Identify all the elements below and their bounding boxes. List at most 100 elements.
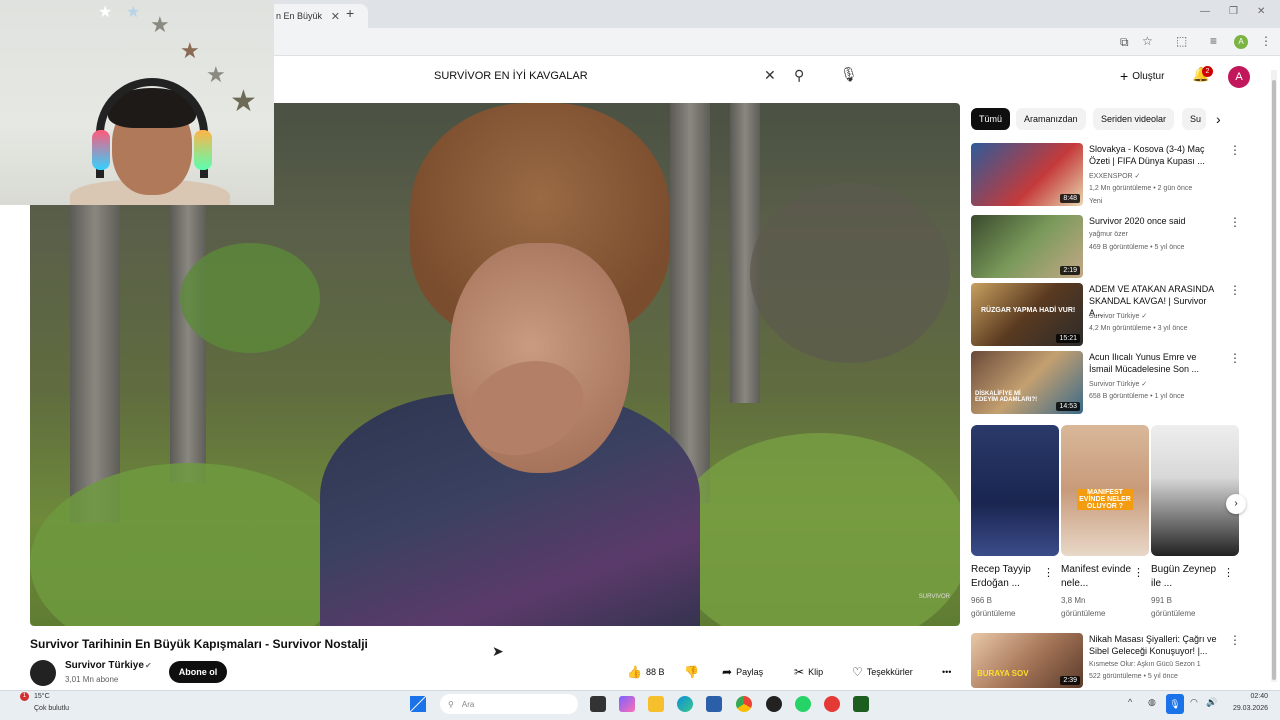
short-views-count: 966 B xyxy=(971,596,992,605)
headphone-ear-left xyxy=(92,130,110,170)
thumbnail-overlay-text: RÜZGAR YAPMA HADİ VUR! xyxy=(981,307,1076,314)
star-decoration-icon: ★ xyxy=(126,4,141,21)
recommendation-item[interactable]: 8:48 Slovakya - Kosova (3-4) Maç Özeti |… xyxy=(971,143,1241,207)
recommendation-item[interactable]: 2:19 Survivor 2020 once said yağmur özer… xyxy=(971,215,1241,279)
minimize-button[interactable]: — xyxy=(1200,6,1210,17)
short-title[interactable]: Manifest evinde nele... xyxy=(1061,563,1133,591)
more-actions-button[interactable]: ••• xyxy=(942,663,951,681)
task-view-icon[interactable] xyxy=(590,696,606,712)
short-title[interactable]: Bugün Zeynep ile ... xyxy=(1151,563,1223,591)
media-control-icon[interactable]: ≡ xyxy=(1210,34,1217,48)
search-icon[interactable]: ⚲ xyxy=(794,67,804,84)
more-options-icon[interactable]: ⋮ xyxy=(1229,283,1241,297)
star-decoration-icon: ★ xyxy=(206,62,226,87)
close-window-button[interactable]: ✕ xyxy=(1257,6,1265,17)
create-button[interactable]: + Oluştur xyxy=(1120,66,1164,86)
account-avatar[interactable]: A xyxy=(1228,66,1250,88)
more-options-icon[interactable]: ⋮ xyxy=(1229,215,1241,229)
chip-series-videos[interactable]: Seriden videolar xyxy=(1093,108,1175,130)
more-options-icon[interactable]: ⋮ xyxy=(1229,143,1241,157)
chip-from-search[interactable]: Aramanızdan xyxy=(1016,108,1086,130)
clear-search-icon[interactable]: ✕ xyxy=(764,67,776,84)
short-thumbnail[interactable] xyxy=(1151,425,1239,556)
heart-dollar-icon: ♡ xyxy=(852,665,863,679)
clock-time[interactable]: 02:40 xyxy=(1250,693,1268,700)
weather-temperature[interactable]: 15°C xyxy=(34,693,50,700)
subscribe-button[interactable]: Abone ol xyxy=(169,661,227,683)
short-views: 991 B görüntüleme xyxy=(1151,594,1195,620)
short-thumbnail[interactable]: MANIFEST EVİNDE NELER OLUYOR ? xyxy=(1061,425,1149,556)
video-thumbnail: 8:48 xyxy=(971,143,1083,206)
new-tab-button[interactable]: + xyxy=(346,5,354,21)
more-options-icon[interactable]: ⋮ xyxy=(1229,351,1241,365)
tray-overflow-icon[interactable]: ^ xyxy=(1128,697,1132,707)
clip-label: Klip xyxy=(808,667,824,677)
extensions-icon[interactable]: ⬚ xyxy=(1176,34,1187,48)
recommendation-channel: yağmur özer xyxy=(1089,231,1128,238)
foliage xyxy=(180,243,320,353)
copilot-icon[interactable] xyxy=(619,696,635,712)
chrome-icon[interactable] xyxy=(736,696,752,712)
clip-button[interactable]: ✂ Klip xyxy=(794,663,823,681)
bookmark-star-icon[interactable]: ☆ xyxy=(1142,34,1153,48)
recommendation-item[interactable]: BURAYA SOV 2:39 Nikah Masası Şiyalleri: … xyxy=(971,633,1241,688)
more-options-icon[interactable]: ⋮ xyxy=(1133,566,1144,579)
tab-close-icon[interactable]: ✕ xyxy=(331,10,340,23)
search-input[interactable]: SURVİVOR EN İYİ KAVGALAR xyxy=(424,62,818,90)
scrollbar-thumb[interactable] xyxy=(1272,80,1276,680)
share-button[interactable]: ➦ Paylaş xyxy=(722,663,763,681)
steam-icon[interactable] xyxy=(766,696,782,712)
cast-icon[interactable]: ⧉ xyxy=(1120,35,1129,50)
duration-badge: 2:39 xyxy=(1060,676,1080,685)
video-thumbnail: DİSKALİFİYE Mİ EDEYİM ADAMLARI?! 14:53 xyxy=(971,351,1083,414)
headphones xyxy=(96,78,208,178)
recommendation-title: Survivor 2020 once said xyxy=(1089,216,1186,226)
recommendation-title: Nikah Masası Şiyalleri: Çağrı ve Sibel G… xyxy=(1089,634,1217,656)
search-icon: ⚲ xyxy=(448,699,454,709)
microphone-tray-icon[interactable]: 🎙 xyxy=(1166,694,1184,714)
app-icon[interactable] xyxy=(853,696,869,712)
channel-avatar[interactable] xyxy=(30,660,56,686)
windows-start-icon[interactable] xyxy=(410,696,426,712)
chevron-right-icon[interactable]: › xyxy=(1226,494,1246,514)
recommendation-item[interactable]: RÜZGAR YAPMA HADİ VUR! 15:21 ADEM VE ATA… xyxy=(971,283,1241,347)
short-title[interactable]: Recep Tayyip Erdoğan ... xyxy=(971,563,1043,591)
store-icon[interactable] xyxy=(706,696,722,712)
whatsapp-icon[interactable] xyxy=(795,696,811,712)
recommendation-meta: 522 görüntüleme • 5 yıl önce xyxy=(1089,673,1178,680)
plus-icon: + xyxy=(1120,68,1129,84)
headphone-ear-right xyxy=(194,130,212,170)
channel-name[interactable]: Survivor Türkiye xyxy=(65,660,144,671)
browser-profile-avatar[interactable]: A xyxy=(1234,35,1248,49)
dislike-button[interactable]: 👎 xyxy=(684,663,699,681)
more-options-icon[interactable]: ⋮ xyxy=(1229,633,1241,647)
browser-menu-icon[interactable]: ⋮ xyxy=(1260,34,1272,48)
video-watermark: SURVIVOR xyxy=(918,594,950,600)
recommendation-meta: 4,2 Mn görüntüleme • 3 yıl önce xyxy=(1089,325,1188,332)
edge-icon[interactable] xyxy=(677,696,693,712)
chip-all[interactable]: Tümü xyxy=(971,108,1011,130)
short-views-label: görüntüleme xyxy=(1151,609,1196,618)
network-icon[interactable]: ◍ xyxy=(1148,697,1156,708)
volume-icon[interactable]: 🔊 xyxy=(1206,697,1217,708)
thumbs-down-icon: 👎 xyxy=(684,665,699,679)
search-value: SURVİVOR EN İYİ KAVGALAR xyxy=(434,70,588,82)
file-explorer-icon[interactable] xyxy=(648,696,664,712)
restore-button[interactable]: ❐ xyxy=(1229,6,1238,17)
like-button[interactable]: 👍 88 B xyxy=(627,663,664,681)
voice-search-icon[interactable]: 🎙 xyxy=(840,66,858,83)
more-options-icon[interactable]: ⋮ xyxy=(1223,566,1234,579)
rock-background xyxy=(750,183,950,363)
clock-date[interactable]: 29.03.2026 xyxy=(1233,705,1268,712)
recommendation-item[interactable]: DİSKALİFİYE Mİ EDEYİM ADAMLARI?! 14:53 A… xyxy=(971,351,1241,415)
record-app-icon[interactable] xyxy=(824,696,840,712)
wifi-icon[interactable]: ◠ xyxy=(1190,697,1198,708)
chevron-right-icon[interactable]: › xyxy=(1216,111,1221,127)
taskbar-search-input[interactable]: ⚲ Ara xyxy=(440,694,578,714)
weather-description[interactable]: Çok bulutlu xyxy=(34,705,69,712)
more-options-icon[interactable]: ⋮ xyxy=(1043,566,1054,579)
chip-truncated[interactable]: Su xyxy=(1182,108,1206,130)
foliage xyxy=(670,433,960,626)
short-thumbnail[interactable] xyxy=(971,425,1059,556)
thanks-button[interactable]: ♡ Teşekkürler xyxy=(852,663,913,681)
